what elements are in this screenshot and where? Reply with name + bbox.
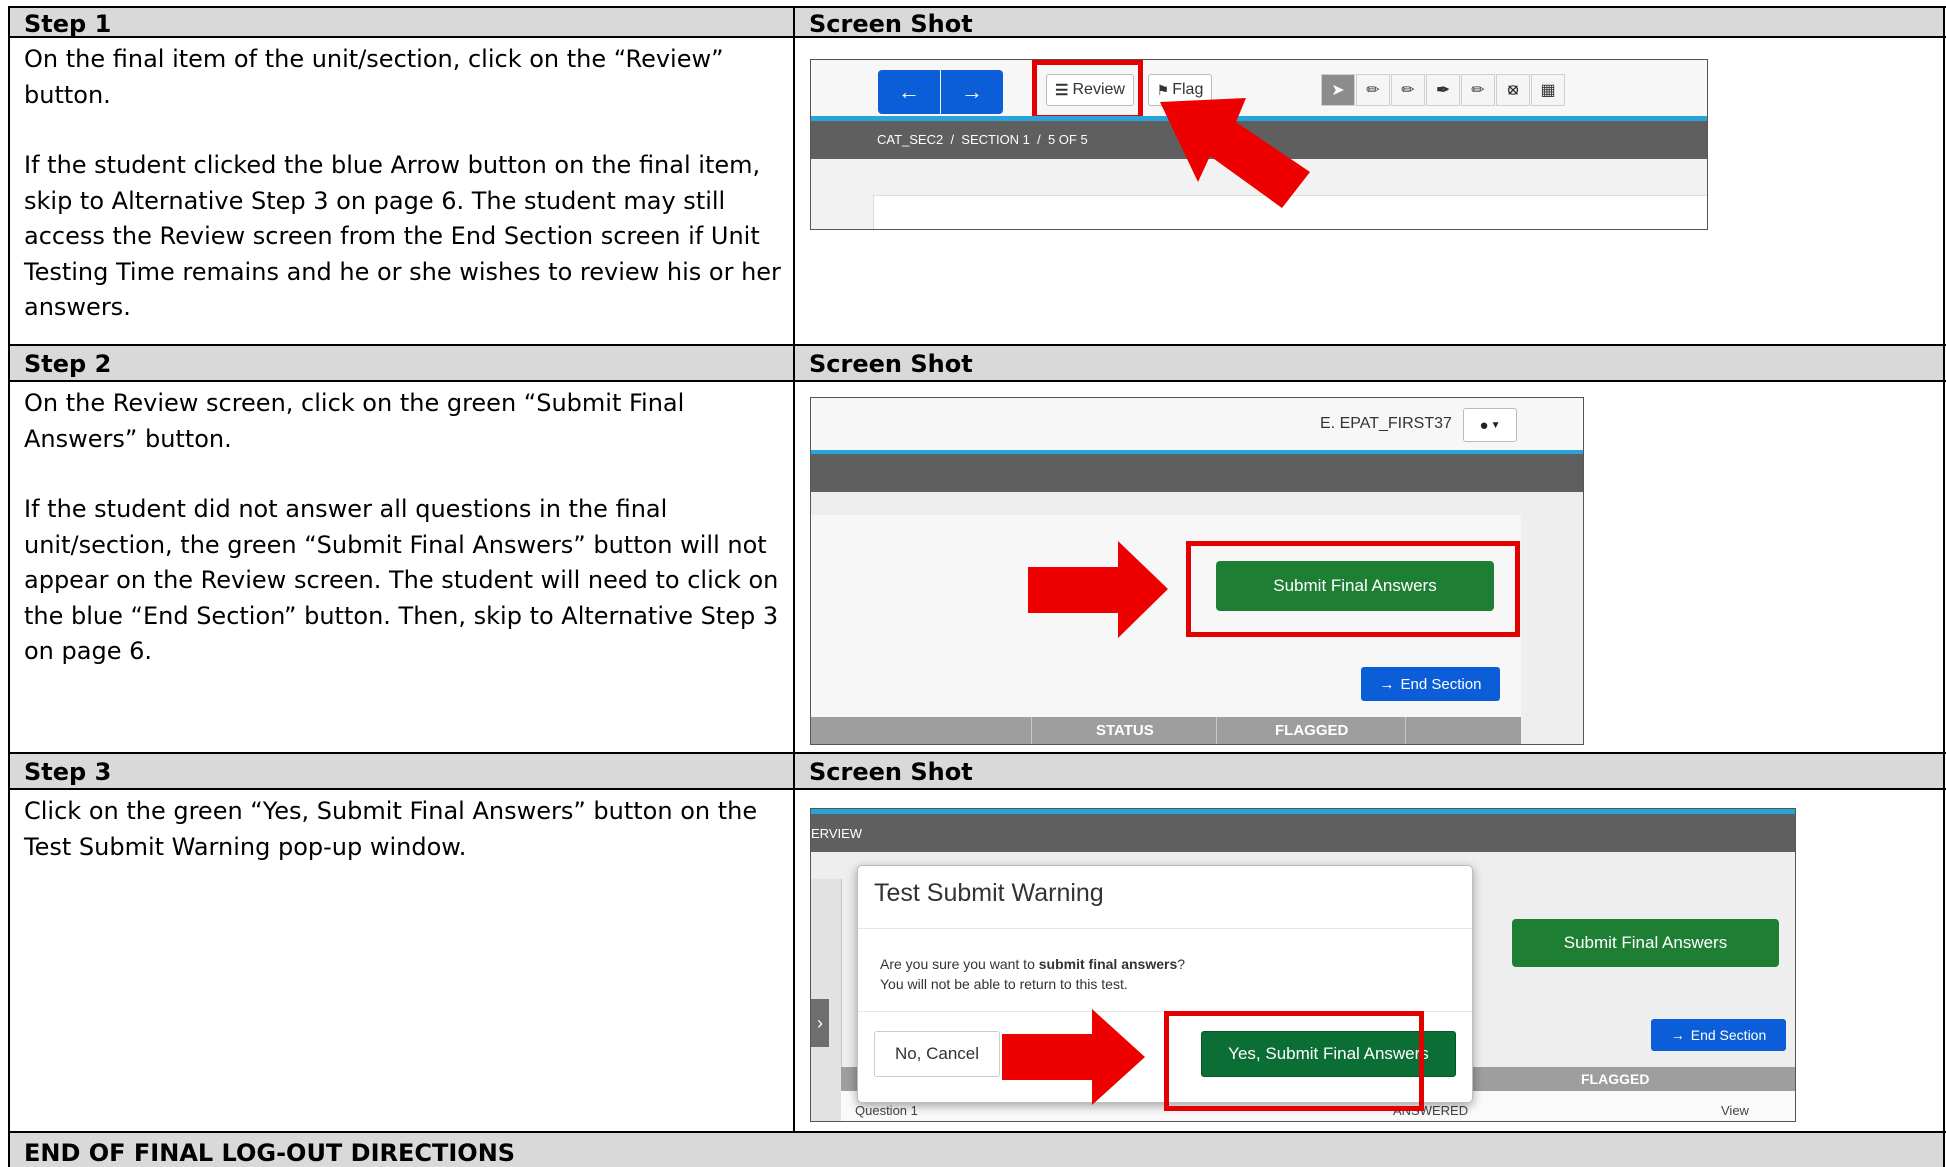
column-divider: [793, 6, 795, 1132]
step-2-header: Step 2: [10, 346, 793, 380]
bg-end-section-button: → End Section: [1651, 1019, 1786, 1051]
step-3-screenshot: ERVIEW › Submit Final Answers → End Secti…: [810, 808, 1796, 1122]
step-2-instructions: On the Review screen, click on the green…: [10, 382, 793, 752]
step-2-paragraph: If the student did not answer all questi…: [24, 495, 779, 665]
pencil-tool-button[interactable]: ✏: [1356, 74, 1390, 106]
header-fragment: ERVIEW: [811, 826, 863, 841]
arrow-right-icon: →: [1670, 1027, 1685, 1043]
user-menu-button[interactable]: ● ▼: [1463, 408, 1517, 442]
pointer-icon: ➤: [1331, 82, 1345, 99]
pointer-tool-button[interactable]: ➤: [1321, 74, 1355, 106]
arrow-right-icon: →: [961, 79, 983, 104]
marker-icon: ✒: [1436, 82, 1450, 99]
column-status: STATUS: [1096, 722, 1154, 739]
step-2-paragraph: On the Review screen, click on the green…: [24, 389, 685, 453]
sidebar-toggle[interactable]: ›: [811, 999, 829, 1047]
arrow-right-icon: →: [1379, 675, 1395, 693]
step-3-shot-header: Screen Shot: [795, 754, 1943, 788]
step-1-paragraph: On the final item of the unit/section, c…: [24, 45, 724, 109]
table-border-right: [1943, 6, 1945, 1167]
modal-title: Test Submit Warning: [874, 879, 1104, 907]
calculator-tool-button[interactable]: ▦: [1531, 74, 1565, 106]
step-2-shot-header-text: Screen Shot: [809, 350, 973, 378]
step-3-header-text: Step 3: [24, 758, 112, 786]
pointer-arrow-icon: [1002, 1009, 1145, 1105]
arrow-left-icon: ←: [898, 79, 920, 104]
step-1-shot-header-text: Screen Shot: [809, 10, 973, 38]
highlighter-tool-button[interactable]: ✏: [1391, 74, 1425, 106]
section-bar: [811, 454, 1583, 492]
yes-submit-highlight-box: [1164, 1011, 1424, 1111]
overview-bar: ERVIEW: [811, 814, 1795, 852]
close-circle-icon: ⦻: [1507, 81, 1519, 98]
pointer-arrow-icon: [1028, 541, 1168, 638]
modal-message-text: ?: [1177, 956, 1186, 972]
calculator-icon: ▦: [1540, 82, 1556, 99]
step-1-header: Step 1: [10, 8, 793, 38]
step-2-shot-header: Screen Shot: [795, 346, 1943, 380]
step-1-shot-header: Screen Shot: [795, 8, 1943, 38]
footer-text: END OF FINAL LOG-OUT DIRECTIONS: [24, 1139, 516, 1167]
review-highlight-box: [1032, 60, 1143, 120]
bg-end-section-label: End Section: [1690, 1027, 1767, 1043]
column-divider: [1405, 717, 1406, 744]
bg-question-label: Question 1: [855, 1103, 918, 1118]
column-divider: [1216, 717, 1217, 744]
previous-arrow-button[interactable]: ←: [878, 70, 940, 114]
modal-message-emphasis: submit final answers: [1038, 956, 1178, 972]
next-arrow-button[interactable]: →: [941, 70, 1003, 114]
step-1-header-text: Step 1: [24, 10, 112, 38]
no-cancel-button[interactable]: No, Cancel: [874, 1031, 1000, 1077]
no-cancel-label: No, Cancel: [894, 1044, 980, 1063]
footer-banner: END OF FINAL LOG-OUT DIRECTIONS: [10, 1133, 1943, 1167]
bg-submit-label: Submit Final Answers: [1563, 933, 1728, 952]
highlighter-icon: ✏: [1401, 82, 1415, 99]
marker-tool-button[interactable]: ✒: [1426, 74, 1460, 106]
bg-submit-final-answers-button: Submit Final Answers: [1512, 919, 1779, 967]
column-divider: [1031, 717, 1032, 744]
bg-view-button: View: [1721, 1103, 1749, 1118]
breadcrumb: CAT_SEC2 / SECTION 1 / 5 OF 5: [877, 132, 1088, 147]
eraser-icon: ✏: [1471, 82, 1485, 99]
table-header-row: STATUS FLAGGED: [811, 717, 1521, 744]
step-3-header: Step 3: [10, 754, 793, 788]
column-flagged: FLAGGED: [1275, 722, 1349, 739]
eraser-tool-button[interactable]: ✏: [1461, 74, 1495, 106]
chevron-right-icon: ›: [817, 1013, 823, 1033]
end-section-button[interactable]: → End Section: [1361, 667, 1500, 701]
step-2-header-text: Step 2: [24, 350, 112, 378]
end-section-label: End Section: [1400, 675, 1482, 693]
submit-highlight-box: [1186, 541, 1520, 637]
modal-message-text: Are you sure you want to: [880, 956, 1039, 972]
clear-tool-button[interactable]: ⦻: [1496, 74, 1530, 106]
user-icon: ●: [1479, 416, 1489, 434]
step-2-screenshot: E. EPAT_FIRST37 ● ▼ Submit Final Answers …: [810, 397, 1584, 745]
user-name: E. EPAT_FIRST37: [1320, 415, 1452, 432]
step-1-instructions: On the final item of the unit/section, c…: [10, 38, 793, 344]
step-3-paragraph: Click on the green “Yes, Submit Final An…: [24, 797, 758, 861]
modal-message: Are you sure you want to submit final an…: [880, 954, 1185, 994]
top-header: E. EPAT_FIRST37 ● ▼: [811, 398, 1583, 450]
caret-down-icon: ▼: [1490, 419, 1501, 431]
pointer-arrow-icon: [1160, 98, 1310, 208]
step-3-shot-header-text: Screen Shot: [809, 758, 973, 786]
bg-column-flagged: FLAGGED: [1581, 1071, 1650, 1087]
modal-divider: [858, 928, 1472, 929]
modal-message-line2: You will not be able to return to this t…: [880, 976, 1128, 992]
step-1-paragraph: If the student clicked the blue Arrow bu…: [24, 151, 781, 321]
step-3-instructions: Click on the green “Yes, Submit Final An…: [10, 790, 793, 1130]
pencil-icon: ✏: [1366, 82, 1380, 99]
